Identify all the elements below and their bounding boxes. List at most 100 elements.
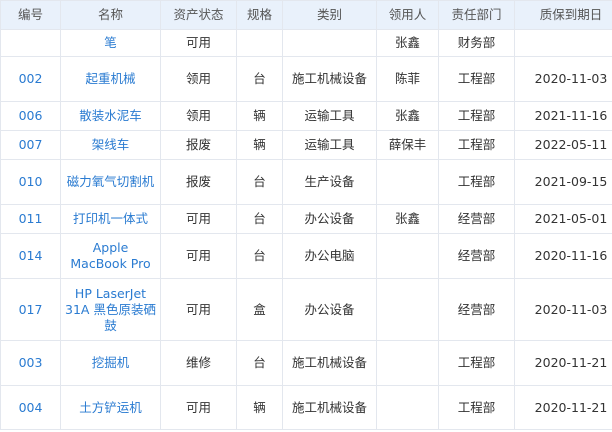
asset-id-cell[interactable]: 002 bbox=[0, 56, 61, 102]
col-header-category[interactable]: 类别 bbox=[282, 0, 377, 30]
asset-status-cell: 报废 bbox=[160, 130, 237, 160]
asset-spec-cell: 台 bbox=[236, 233, 283, 279]
table-row[interactable]: 002 起重机械 领用 台 施工机械设备 陈菲 工程部 2020-11-03 bbox=[0, 56, 612, 102]
asset-warranty-cell: 2021-11-16 bbox=[514, 101, 612, 131]
asset-user-cell bbox=[376, 278, 439, 341]
asset-name-link[interactable]: 磁力氧气切割机 bbox=[60, 159, 161, 205]
col-header-warranty[interactable]: 质保到期日 bbox=[514, 0, 612, 30]
asset-user-cell: 张鑫 bbox=[376, 204, 439, 234]
asset-name-link[interactable]: 架线车 bbox=[60, 130, 161, 160]
col-header-status[interactable]: 资产状态 bbox=[160, 0, 237, 30]
asset-warranty-cell: 2020-11-03 bbox=[514, 56, 612, 102]
asset-category-cell: 施工机械设备 bbox=[282, 56, 377, 102]
asset-warranty-cell: 2021-09-15 bbox=[514, 159, 612, 205]
asset-status-cell: 可用 bbox=[160, 29, 237, 57]
asset-category-cell: 生产设备 bbox=[282, 159, 377, 205]
asset-spec-cell: 辆 bbox=[236, 385, 283, 430]
col-header-id[interactable]: 编号 bbox=[0, 0, 61, 30]
asset-category-cell: 办公电脑 bbox=[282, 233, 377, 279]
col-header-spec[interactable]: 规格 bbox=[236, 0, 283, 30]
asset-id-cell[interactable]: 003 bbox=[0, 340, 61, 386]
asset-dept-cell: 经营部 bbox=[438, 278, 515, 341]
asset-spec-cell: 台 bbox=[236, 204, 283, 234]
asset-spec-cell: 盒 bbox=[236, 278, 283, 341]
asset-user-cell bbox=[376, 385, 439, 430]
table-row[interactable]: 笔 可用 张鑫 财务部 bbox=[0, 29, 612, 57]
asset-dept-cell: 工程部 bbox=[438, 130, 515, 160]
asset-warranty-cell: 2020-11-16 bbox=[514, 233, 612, 279]
asset-dept-cell: 财务部 bbox=[438, 29, 515, 57]
table-row[interactable]: 004 土方铲运机 可用 辆 施工机械设备 工程部 2020-11-21 bbox=[0, 385, 612, 430]
asset-name-link[interactable]: 笔 bbox=[60, 29, 161, 57]
asset-user-cell bbox=[376, 340, 439, 386]
asset-id-cell[interactable]: 011 bbox=[0, 204, 61, 234]
table-row[interactable]: 003 挖掘机 维修 台 施工机械设备 工程部 2020-11-21 bbox=[0, 340, 612, 386]
asset-id-cell[interactable]: 014 bbox=[0, 233, 61, 279]
asset-name-link[interactable]: 起重机械 bbox=[60, 56, 161, 102]
asset-table: 编号 名称 资产状态 规格 类别 领用人 责任部门 质保到期日 笔 可用 张鑫 … bbox=[0, 0, 612, 430]
asset-category-cell: 施工机械设备 bbox=[282, 340, 377, 386]
asset-name-link[interactable]: Apple MacBook Pro bbox=[60, 233, 161, 279]
asset-category-cell bbox=[282, 29, 377, 57]
asset-id-cell[interactable]: 004 bbox=[0, 385, 61, 430]
asset-dept-cell: 工程部 bbox=[438, 56, 515, 102]
asset-dept-cell: 经营部 bbox=[438, 204, 515, 234]
table-row[interactable]: 014 Apple MacBook Pro 可用 台 办公电脑 经营部 2020… bbox=[0, 233, 612, 279]
asset-spec-cell: 台 bbox=[236, 159, 283, 205]
asset-id-cell[interactable]: 010 bbox=[0, 159, 61, 205]
table-row[interactable]: 006 散装水泥车 领用 辆 运输工具 张鑫 工程部 2021-11-16 bbox=[0, 101, 612, 131]
asset-user-cell: 陈菲 bbox=[376, 56, 439, 102]
table-row[interactable]: 007 架线车 报废 辆 运输工具 薛保丰 工程部 2022-05-11 bbox=[0, 130, 612, 160]
asset-category-cell: 施工机械设备 bbox=[282, 385, 377, 430]
col-header-user[interactable]: 领用人 bbox=[376, 0, 439, 30]
asset-user-cell: 薛保丰 bbox=[376, 130, 439, 160]
col-header-name[interactable]: 名称 bbox=[60, 0, 161, 30]
asset-status-cell: 领用 bbox=[160, 56, 237, 102]
asset-warranty-cell bbox=[514, 29, 612, 57]
asset-warranty-cell: 2022-05-11 bbox=[514, 130, 612, 160]
col-header-dept[interactable]: 责任部门 bbox=[438, 0, 515, 30]
asset-warranty-cell: 2021-05-01 bbox=[514, 204, 612, 234]
asset-status-cell: 报废 bbox=[160, 159, 237, 205]
asset-category-cell: 运输工具 bbox=[282, 101, 377, 131]
asset-category-cell: 办公设备 bbox=[282, 204, 377, 234]
asset-warranty-cell: 2020-11-21 bbox=[514, 340, 612, 386]
asset-dept-cell: 经营部 bbox=[438, 233, 515, 279]
asset-id-cell[interactable] bbox=[0, 29, 61, 57]
asset-spec-cell: 辆 bbox=[236, 101, 283, 131]
asset-status-cell: 可用 bbox=[160, 233, 237, 279]
asset-id-cell[interactable]: 007 bbox=[0, 130, 61, 160]
asset-status-cell: 可用 bbox=[160, 278, 237, 341]
asset-category-cell: 运输工具 bbox=[282, 130, 377, 160]
asset-spec-cell bbox=[236, 29, 283, 57]
asset-dept-cell: 工程部 bbox=[438, 340, 515, 386]
asset-status-cell: 领用 bbox=[160, 101, 237, 131]
asset-spec-cell: 辆 bbox=[236, 130, 283, 160]
asset-name-link[interactable]: 土方铲运机 bbox=[60, 385, 161, 430]
asset-dept-cell: 工程部 bbox=[438, 385, 515, 430]
asset-user-cell: 张鑫 bbox=[376, 101, 439, 131]
asset-id-cell[interactable]: 017 bbox=[0, 278, 61, 341]
asset-name-link[interactable]: 散装水泥车 bbox=[60, 101, 161, 131]
asset-name-link[interactable]: 挖掘机 bbox=[60, 340, 161, 386]
asset-warranty-cell: 2020-11-21 bbox=[514, 385, 612, 430]
asset-name-link[interactable]: 打印机一体式 bbox=[60, 204, 161, 234]
asset-user-cell: 张鑫 bbox=[376, 29, 439, 57]
asset-status-cell: 维修 bbox=[160, 340, 237, 386]
table-header-row: 编号 名称 资产状态 规格 类别 领用人 责任部门 质保到期日 bbox=[0, 0, 612, 30]
asset-id-cell[interactable]: 006 bbox=[0, 101, 61, 131]
asset-status-cell: 可用 bbox=[160, 385, 237, 430]
asset-spec-cell: 台 bbox=[236, 56, 283, 102]
asset-name-link[interactable]: HP LaserJet 31A 黑色原装硒鼓 bbox=[60, 278, 161, 341]
table-row[interactable]: 010 磁力氧气切割机 报废 台 生产设备 工程部 2021-09-15 bbox=[0, 159, 612, 205]
table-row[interactable]: 011 打印机一体式 可用 台 办公设备 张鑫 经营部 2021-05-01 bbox=[0, 204, 612, 234]
table-row[interactable]: 017 HP LaserJet 31A 黑色原装硒鼓 可用 盒 办公设备 经营部… bbox=[0, 278, 612, 341]
asset-category-cell: 办公设备 bbox=[282, 278, 377, 341]
asset-status-cell: 可用 bbox=[160, 204, 237, 234]
asset-spec-cell: 台 bbox=[236, 340, 283, 386]
asset-dept-cell: 工程部 bbox=[438, 101, 515, 131]
asset-warranty-cell: 2020-11-03 bbox=[514, 278, 612, 341]
asset-user-cell bbox=[376, 233, 439, 279]
asset-user-cell bbox=[376, 159, 439, 205]
asset-dept-cell: 工程部 bbox=[438, 159, 515, 205]
